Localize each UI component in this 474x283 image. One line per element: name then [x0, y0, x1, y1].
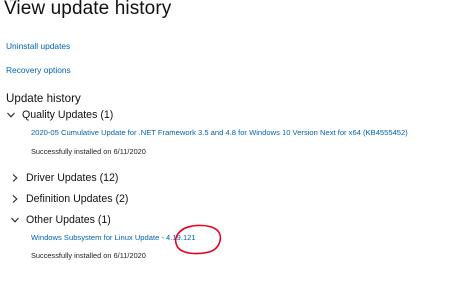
page-title: View update history	[4, 0, 172, 19]
definition-updates-label: Definition Updates (2)	[26, 193, 129, 205]
driver-updates-label: Driver Updates (12)	[26, 172, 119, 184]
quality-updates-label: Quality Updates (1)	[22, 109, 114, 121]
chevron-down-icon	[10, 215, 20, 225]
chevron-down-icon	[6, 110, 16, 120]
chevron-right-icon	[10, 194, 20, 204]
wsl-update-item-link[interactable]: Windows Subsystem for Linux Update - 4.1…	[31, 233, 196, 242]
update-history-heading: Update history	[6, 92, 81, 105]
recovery-options-link[interactable]: Recovery options	[6, 65, 71, 75]
chevron-right-icon	[10, 173, 20, 183]
wsl-update-status: Successfully installed on 6/11/2020	[31, 251, 146, 260]
quality-update-status: Successfully installed on 6/11/2020	[31, 147, 146, 156]
quality-update-item-link[interactable]: 2020-05 Cumulative Update for .NET Frame…	[31, 128, 408, 137]
other-updates-group[interactable]: Other Updates (1)	[10, 214, 111, 226]
quality-updates-group[interactable]: Quality Updates (1)	[6, 109, 113, 121]
other-updates-label: Other Updates (1)	[26, 214, 111, 226]
definition-updates-group[interactable]: Definition Updates (2)	[10, 193, 128, 205]
driver-updates-group[interactable]: Driver Updates (12)	[10, 172, 118, 184]
uninstall-updates-link[interactable]: Uninstall updates	[6, 41, 70, 51]
